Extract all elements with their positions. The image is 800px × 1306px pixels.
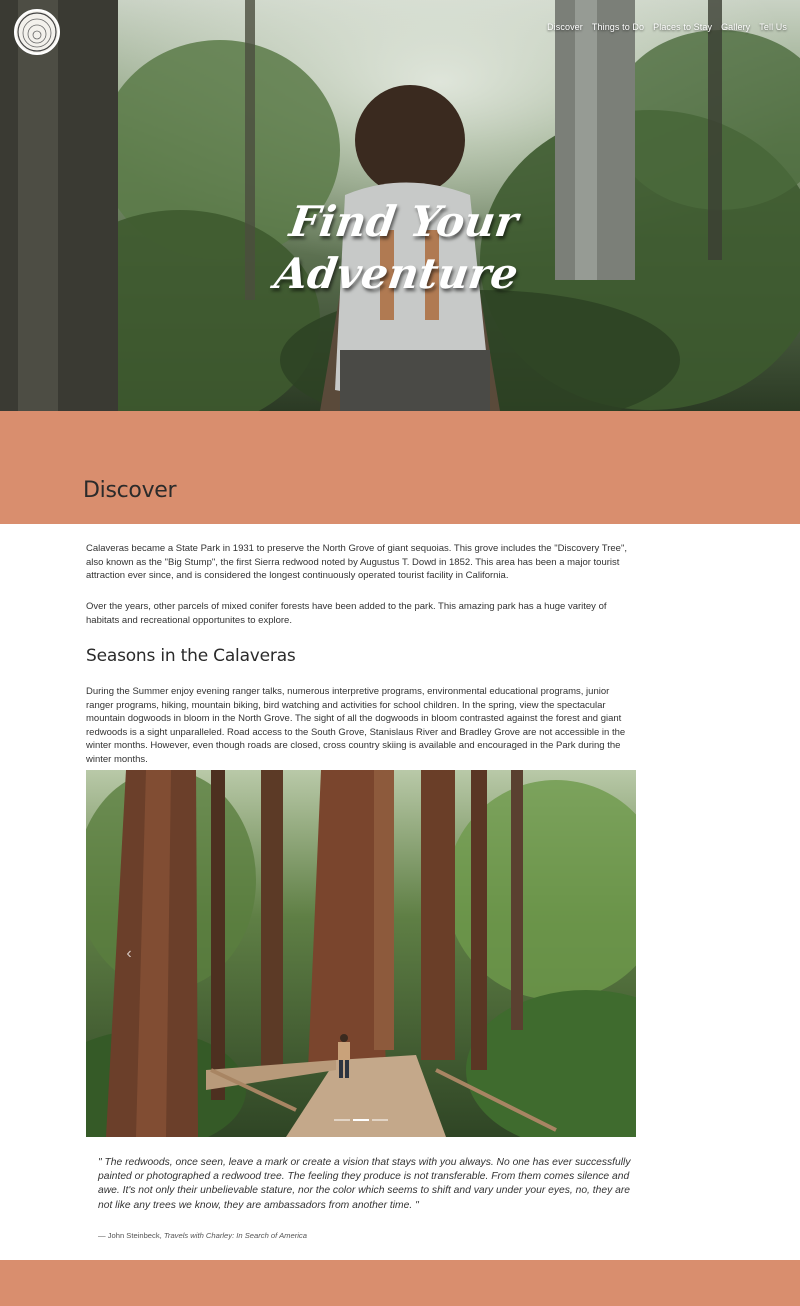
photo-carousel[interactable]: ‹ — [86, 770, 636, 1137]
quote-author: — John Steinbeck, — [98, 1231, 164, 1240]
section-banner: Discover — [0, 411, 800, 524]
carousel-indicator-2[interactable] — [353, 1119, 369, 1121]
nav-item-places-to-stay[interactable]: Places to Stay — [653, 22, 712, 32]
hero-title-line2: Adventure — [271, 249, 522, 298]
seasons-heading: Seasons in the Calaveras — [86, 646, 296, 666]
seasons-paragraph: During the Summer enjoy evening ranger t… — [86, 686, 626, 765]
quote-citation: — John Steinbeck, Travels with Charley: … — [98, 1231, 307, 1240]
redwood-forest-image — [86, 770, 636, 1137]
nav-item-things-to-do[interactable]: Things to Do — [592, 22, 644, 32]
hero-title-line1: Find Your — [286, 197, 521, 246]
tree-ring-logo-icon — [17, 12, 57, 52]
chevron-left-icon[interactable]: ‹ — [122, 942, 136, 966]
steinbeck-quote: " The redwoods, once seen, leave a mark … — [98, 1156, 638, 1240]
carousel-indicator-1[interactable] — [334, 1119, 350, 1121]
nav-item-tell-us[interactable]: Tell Us — [759, 22, 787, 32]
nav-item-discover[interactable]: Discover — [547, 22, 583, 32]
section-title: Discover — [83, 478, 177, 503]
intro-paragraph: Calaveras became a State Park in 1931 to… — [86, 543, 627, 581]
quote-book-title: Travels with Charley: In Search of Ameri… — [163, 1231, 307, 1240]
nav-item-gallery[interactable]: Gallery — [721, 22, 750, 32]
hero-section: Discover Things to Do Places to Stay Gal… — [0, 0, 800, 411]
hero-title: Find Your Adventure — [0, 196, 800, 300]
park-logo[interactable] — [14, 9, 60, 55]
quote-text: " The redwoods, once seen, leave a mark … — [98, 1157, 631, 1211]
footer-band — [0, 1260, 800, 1306]
carousel-indicators — [334, 1119, 388, 1121]
history-paragraph: Over the years, other parcels of mixed c… — [86, 601, 607, 626]
main-nav: Discover Things to Do Places to Stay Gal… — [547, 22, 787, 32]
carousel-indicator-3[interactable] — [372, 1119, 388, 1121]
